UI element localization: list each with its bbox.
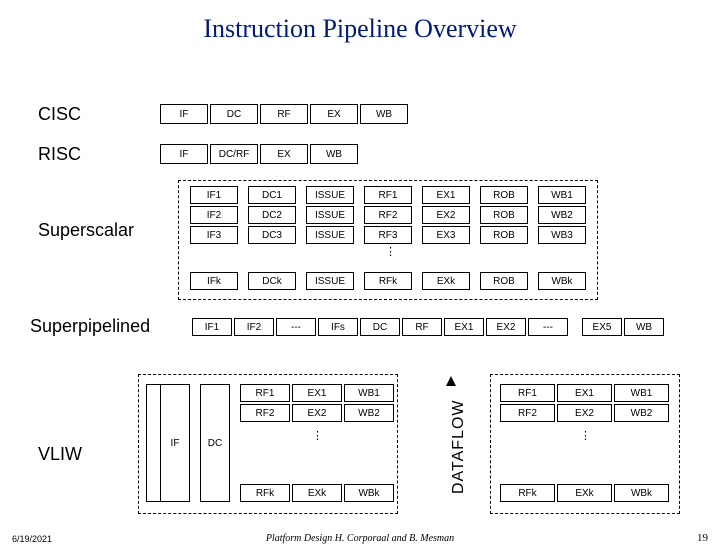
ss-stage: ROB — [480, 186, 528, 204]
cisc-stage: RF — [260, 104, 308, 124]
risc-stage: WB — [310, 144, 358, 164]
sp-stage: EX5 — [582, 318, 622, 336]
ss-stage: RFk — [364, 272, 412, 290]
vliw-stage: RF2 — [500, 404, 555, 422]
ss-stage: DC1 — [248, 186, 296, 204]
vliw-stage: EX1 — [557, 384, 612, 402]
vliw-stage: EX2 — [557, 404, 612, 422]
cisc-label: CISC — [38, 104, 81, 125]
ss-stage: ROB — [480, 272, 528, 290]
ss-stage: DC3 — [248, 226, 296, 244]
ss-stage: WB2 — [538, 206, 586, 224]
sp-stage: IF2 — [234, 318, 274, 336]
vliw-stage: EX2 — [292, 404, 342, 422]
cisc-stage: DC — [210, 104, 258, 124]
cisc-stage: IF — [160, 104, 208, 124]
risc-stage: IF — [160, 144, 208, 164]
ss-stage: WB1 — [538, 186, 586, 204]
superpipelined-label: Superpipelined — [30, 316, 150, 337]
sp-stage: IFs — [318, 318, 358, 336]
ss-stage: WBk — [538, 272, 586, 290]
ss-stage: IF3 — [190, 226, 238, 244]
sp-stage: DC — [360, 318, 400, 336]
footer-credits: Platform Design H. Corporaal and B. Mesm… — [0, 533, 720, 544]
ss-stage: IF2 — [190, 206, 238, 224]
sp-stage: --- — [276, 318, 316, 336]
vliw-stage: WB1 — [344, 384, 394, 402]
sp-stage: EX2 — [486, 318, 526, 336]
vliw-stage: WB1 — [614, 384, 669, 402]
ss-stage: EX3 — [422, 226, 470, 244]
sp-stage: WB — [624, 318, 664, 336]
ss-stage: ISSUE — [306, 206, 354, 224]
sp-stage: EX1 — [444, 318, 484, 336]
vliw-stage: WBk — [344, 484, 394, 502]
ss-stage: DCk — [248, 272, 296, 290]
vliw-label: VLIW — [38, 444, 82, 465]
vliw-dc-stage: DC — [200, 384, 230, 502]
ss-stage: WB3 — [538, 226, 586, 244]
ss-stage: ISSUE — [306, 226, 354, 244]
vliw-stage: WB2 — [614, 404, 669, 422]
vliw-stage: RFk — [240, 484, 290, 502]
ss-stage: EX1 — [422, 186, 470, 204]
ss-stage: ISSUE — [306, 186, 354, 204]
sp-stage: IF1 — [192, 318, 232, 336]
slide-title: Instruction Pipeline Overview — [0, 14, 720, 44]
vliw-stage: EX1 — [292, 384, 342, 402]
sp-stage: RF — [402, 318, 442, 336]
vliw-stage: RF1 — [240, 384, 290, 402]
vliw-stage: RFk — [500, 484, 555, 502]
vliw-stage: RF1 — [500, 384, 555, 402]
ss-stage: RF1 — [364, 186, 412, 204]
dataflow-label: DATAFLOW — [450, 399, 468, 494]
vdots-icon: ⋮ — [385, 250, 396, 254]
vliw-stage: WBk — [614, 484, 669, 502]
risc-stage: DC/RF — [210, 144, 258, 164]
arrow-up-icon — [446, 376, 456, 386]
ss-stage: EXk — [422, 272, 470, 290]
ss-stage: IF1 — [190, 186, 238, 204]
ss-stage: IFk — [190, 272, 238, 290]
vdots-icon: ⋮ — [312, 434, 323, 438]
superscalar-label: Superscalar — [38, 220, 134, 241]
cisc-stage: EX — [310, 104, 358, 124]
vliw-if-stage: IF — [160, 384, 190, 502]
risc-label: RISC — [38, 144, 81, 165]
vliw-spacer — [146, 384, 160, 502]
ss-stage: RF2 — [364, 206, 412, 224]
vliw-stage: WB2 — [344, 404, 394, 422]
ss-stage: EX2 — [422, 206, 470, 224]
sp-stage: --- — [528, 318, 568, 336]
ss-stage: ISSUE — [306, 272, 354, 290]
footer-page: 19 — [697, 532, 708, 544]
vliw-stage: EXk — [557, 484, 612, 502]
vdots-icon: ⋮ — [580, 434, 591, 438]
ss-stage: ROB — [480, 206, 528, 224]
vliw-stage: RF2 — [240, 404, 290, 422]
cisc-stage: WB — [360, 104, 408, 124]
ss-stage: ROB — [480, 226, 528, 244]
risc-stage: EX — [260, 144, 308, 164]
ss-stage: DC2 — [248, 206, 296, 224]
ss-stage: RF3 — [364, 226, 412, 244]
vliw-stage: EXk — [292, 484, 342, 502]
